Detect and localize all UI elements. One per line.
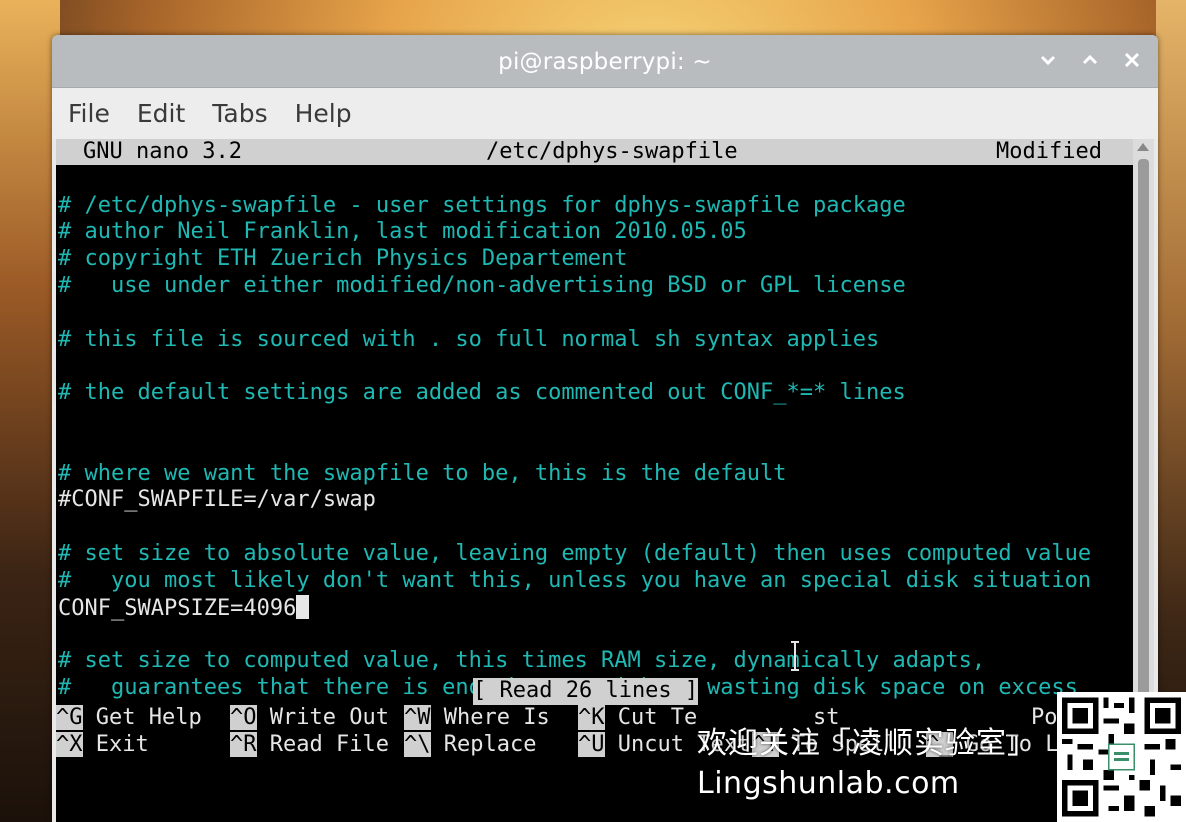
file-line: #CONF_SWAPFILE=/var/swap [58, 487, 376, 513]
scrollbar-thumb[interactable] [1138, 159, 1149, 739]
file-line: # this file is sourced with . so full no… [58, 326, 880, 352]
menu-edit[interactable]: Edit [137, 99, 185, 128]
shortcut-label: Exit [95, 732, 149, 757]
shortcut-item: ^G Get Help [56, 705, 202, 732]
menu-help[interactable]: Help [295, 99, 352, 128]
file-line: # set size to absolute value, leaving em… [58, 541, 1092, 566]
file-line: # /etc/dphys-swapfile - user settings fo… [58, 192, 906, 218]
shortcut-key: ^U [578, 732, 605, 757]
desktop-wallpaper-left [0, 0, 60, 822]
scroll-up-arrow-icon[interactable] [1137, 143, 1149, 151]
watermark: 欢迎关注「凌顺实验室」 Lingshunlab.com [697, 718, 1038, 801]
title-bar[interactable]: pi@raspberrypi: ~ [52, 35, 1158, 88]
shortcut-item: ^\ Replace [404, 732, 536, 759]
watermark-url: Lingshunlab.com [697, 766, 960, 801]
shortcut-item: ^W Where Is [404, 705, 550, 732]
file-line: # you most likely don't want this, unles… [58, 567, 1092, 593]
status-message: [ Read 26 lines ] [473, 678, 699, 705]
file-line: # author Neil Franklin, last modificatio… [58, 219, 747, 245]
shortcut-key: ^W [404, 705, 431, 730]
menu-bar: File Edit Tabs Help [52, 88, 1158, 139]
shortcut-key: ^G [56, 705, 83, 730]
ibeam-cursor-icon [791, 641, 799, 671]
nano-version: GNU nano 3.2 [83, 139, 242, 164]
nano-state: Modified [996, 139, 1102, 164]
shortcut-item: ^K Cut Te [578, 705, 697, 732]
text-cursor [296, 594, 310, 619]
shortcut-label: Where Is [443, 705, 550, 730]
chevron-down-icon[interactable] [1038, 47, 1058, 73]
shortcut-item: ^X Exit [56, 732, 149, 759]
menu-tabs[interactable]: Tabs [212, 99, 267, 128]
shortcut-item: ^R Read File [230, 732, 389, 759]
file-line: # where we want the swapfile to be, this… [58, 460, 787, 486]
file-line: # copyright ETH Zuerich Physics Departem… [58, 246, 628, 272]
shortcut-label: Get Help [95, 705, 202, 730]
window-controls [1038, 47, 1142, 73]
watermark-chinese: 欢迎关注「凌顺实验室」 [697, 726, 1038, 761]
shortcut-key: ^K [578, 705, 605, 730]
window-title: pi@raspberrypi: ~ [498, 49, 712, 75]
menu-file[interactable]: File [68, 99, 110, 128]
file-line: # the default settings are added as comm… [58, 380, 906, 406]
shortcut-label: Cut Te [617, 705, 698, 730]
nano-header-bar: GNU nano 3.2 /etc/dphys-swapfile Modifie… [56, 139, 1133, 165]
file-line: # use under either modified/non-advertis… [58, 273, 906, 298]
shortcut-label: Replace [443, 732, 537, 757]
file-line: # set size to computed value, this times… [58, 648, 986, 674]
shortcut-item: ^O Write Out [230, 705, 389, 732]
qr-code-icon [1057, 692, 1186, 822]
shortcut-key: ^O [230, 705, 257, 730]
terminal-window: pi@raspberrypi: ~ File Edit Tabs Help GN… [52, 35, 1158, 822]
shortcut-label: Write Out [269, 705, 389, 730]
chevron-up-icon[interactable] [1080, 47, 1100, 73]
shortcut-key: ^\ [404, 732, 431, 757]
close-icon[interactable] [1122, 47, 1142, 73]
file-line: CONF_SWAPSIZE=4096 [58, 594, 310, 623]
shortcut-key: ^X [56, 732, 83, 757]
shortcut-key: ^R [230, 732, 257, 757]
nano-filename: /etc/dphys-swapfile [486, 139, 738, 164]
shortcut-label: Read File [269, 732, 389, 757]
